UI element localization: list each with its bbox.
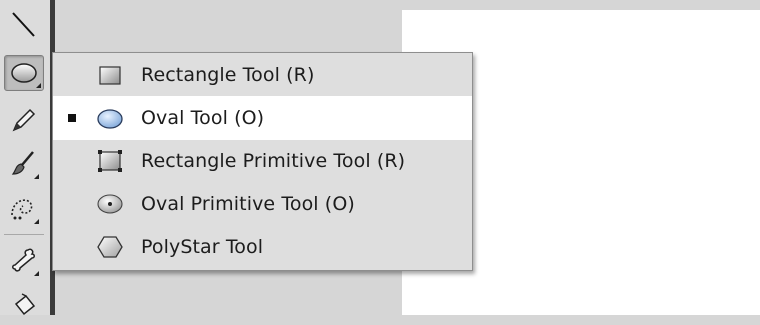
pencil-tool-button[interactable] — [5, 101, 41, 137]
oval-icon — [95, 105, 125, 131]
oval-tool-button[interactable] — [4, 55, 44, 91]
paint-bucket-icon — [14, 293, 36, 316]
submenu-indicator-icon — [34, 219, 39, 224]
polystar-icon — [95, 234, 125, 260]
toolbar-separator — [4, 234, 44, 235]
menu-item-label: PolyStar Tool — [141, 236, 264, 258]
submenu-indicator-icon — [36, 83, 41, 88]
submenu-indicator-icon — [34, 271, 39, 276]
menu-item-oval-tool[interactable]: Oval Tool (O) — [53, 96, 472, 140]
line-tool-button[interactable] — [5, 6, 41, 42]
oval-primitive-icon — [95, 191, 125, 217]
selected-indicator-icon — [68, 114, 76, 122]
paint-bucket-tool-button[interactable] — [5, 289, 41, 325]
menu-item-label: Rectangle Primitive Tool (R) — [141, 150, 406, 172]
shape-tools-flyout-menu: Rectangle Tool (R) Oval Tool (O) Rectang… — [52, 52, 473, 271]
menu-item-polystar-tool[interactable]: PolyStar Tool — [53, 225, 472, 269]
oval-tool-icon — [11, 63, 37, 83]
submenu-indicator-icon — [34, 174, 39, 179]
deco-tool-button[interactable] — [5, 190, 41, 226]
pencil-icon — [12, 108, 36, 132]
menu-item-rectangle-tool[interactable]: Rectangle Tool (R) — [53, 53, 472, 97]
rectangle-primitive-icon — [95, 148, 125, 174]
menu-item-oval-primitive-tool[interactable]: Oval Primitive Tool (O) — [53, 182, 472, 226]
menu-item-rectangle-primitive-tool[interactable]: Rectangle Primitive Tool (R) — [53, 139, 472, 183]
bone-tool-button[interactable] — [5, 242, 41, 278]
line-tool-icon — [12, 12, 35, 37]
rectangle-icon — [95, 62, 125, 88]
menu-item-label: Oval Primitive Tool (O) — [141, 193, 355, 215]
menu-item-label: Rectangle Tool (R) — [141, 64, 315, 86]
brush-tool-button[interactable] — [5, 145, 41, 181]
tools-panel — [0, 0, 50, 316]
menu-item-label: Oval Tool (O) — [141, 107, 265, 129]
